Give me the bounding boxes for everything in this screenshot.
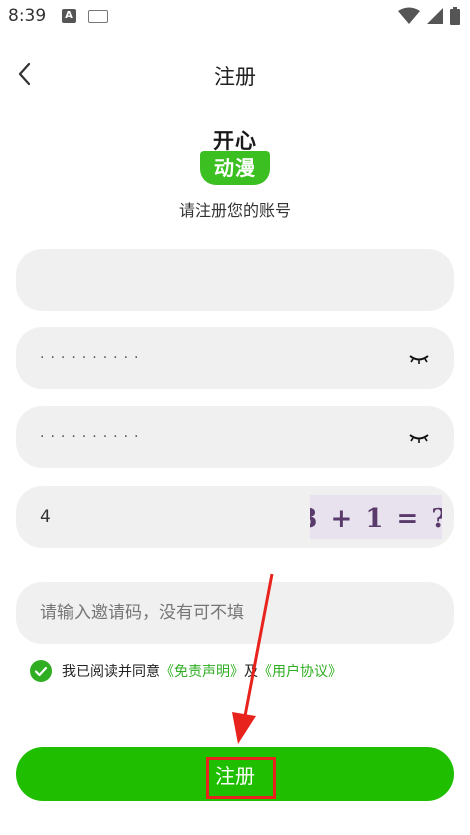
confirm-password-field[interactable] — [16, 406, 454, 468]
logo-text-bottom: 动漫 — [200, 151, 270, 185]
captcha-graphic: 3 + 1 = ? — [299, 504, 446, 534]
status-bar: 8:39 A — [0, 0, 470, 32]
username-input[interactable] — [40, 249, 370, 311]
nav-bar: 注册 — [0, 48, 470, 102]
agreement-text: 我已阅读并同意 — [62, 664, 160, 680]
check-circle-icon[interactable] — [30, 660, 52, 682]
keyboard-icon — [88, 10, 108, 23]
invite-code-input[interactable] — [40, 582, 370, 644]
captcha-text: 3 + 1 = ? — [310, 504, 442, 534]
password-input[interactable] — [40, 327, 370, 389]
eye-closed-icon[interactable] — [408, 428, 430, 446]
agreement-row: 我已阅读并同意 《免责声明》 及 《用户协议》 — [30, 658, 342, 684]
password-field[interactable] — [16, 327, 454, 389]
user-agreement-link[interactable]: 《用户协议》 — [258, 661, 342, 681]
register-subtitle: 请注册您的账号 — [178, 201, 291, 220]
eye-closed-icon[interactable] — [408, 349, 430, 367]
cellular-signal-icon — [427, 8, 443, 24]
status-time: 8:39 — [8, 6, 47, 26]
annotation-highlight-box — [206, 757, 276, 799]
captcha-image[interactable]: 3 + 1 = ? — [299, 495, 447, 539]
status-right-icons — [398, 7, 460, 25]
app-logo: 开心 动漫 — [198, 125, 272, 187]
confirm-password-input[interactable] — [40, 406, 370, 468]
notification-a-icon: A — [62, 9, 76, 23]
captcha-field[interactable]: 3 + 1 = ? — [16, 486, 454, 548]
page-title: 注册 — [214, 65, 256, 89]
battery-icon — [450, 7, 460, 25]
agreement-joiner: 及 — [244, 664, 258, 680]
wifi-icon — [398, 7, 420, 24]
disclaimer-link[interactable]: 《免责声明》 — [160, 661, 244, 681]
invite-code-field[interactable] — [16, 582, 454, 644]
username-field[interactable] — [16, 249, 454, 311]
